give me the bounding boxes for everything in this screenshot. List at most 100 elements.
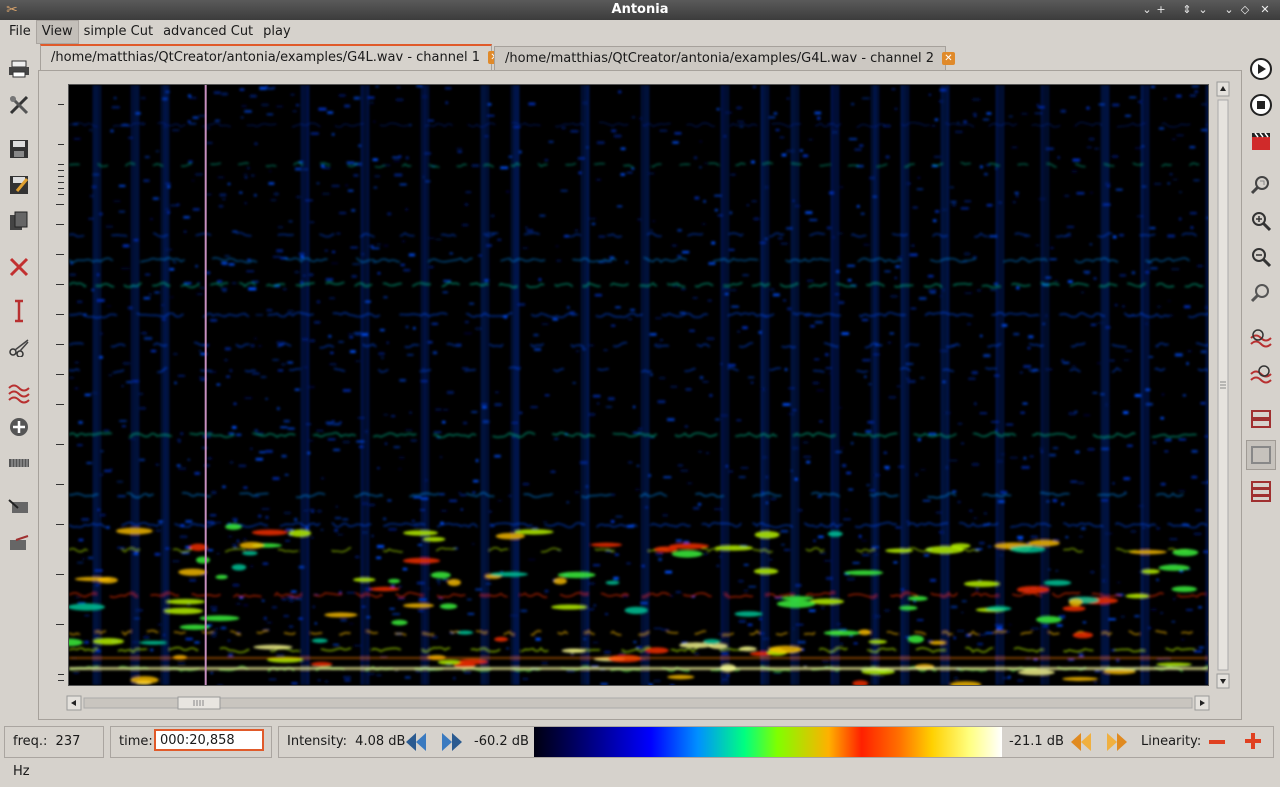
spectrogram-texture [703, 381, 709, 382]
horizontal-scrollbar[interactable] [66, 695, 1210, 711]
spectrogram-texture [77, 444, 83, 445]
spectrogram-texture [1009, 116, 1013, 117]
spectrogram-texture [129, 438, 136, 439]
spectrogram-texture [806, 461, 810, 463]
spectrogram-texture [754, 568, 778, 574]
close-window-icon[interactable]: ✕ [1256, 0, 1274, 20]
spectrogram-texture [312, 638, 328, 643]
frequency-tick [58, 674, 64, 675]
spectrogram-texture [667, 675, 694, 680]
tab-channel-1[interactable]: /home/matthias/QtCreator/antonia/example… [40, 44, 492, 72]
delete-icon[interactable] [6, 254, 32, 280]
spectrogram-texture [318, 108, 326, 111]
spectrogram-texture [69, 657, 1208, 659]
decrease-range-icon[interactable] [1069, 731, 1093, 753]
single-view-icon[interactable] [1246, 440, 1276, 470]
spectrogram-texture [1189, 146, 1195, 148]
spectrogram-texture [69, 639, 83, 647]
spectrogram-texture [911, 308, 916, 310]
spectrogram-texture [599, 236, 606, 238]
stop-icon[interactable] [1248, 92, 1274, 118]
zoom-fit-icon[interactable] [1248, 172, 1274, 198]
spectrogram-texture [322, 193, 330, 195]
spectrogram-texture [929, 94, 931, 95]
menu-file[interactable]: File [4, 20, 36, 44]
spectrogram-texture [670, 684, 675, 685]
print-icon[interactable] [6, 56, 32, 82]
clapper-icon[interactable] [1248, 128, 1274, 154]
scissors-icon[interactable] [6, 334, 32, 360]
close-icon[interactable]: ✕ [942, 52, 955, 65]
spectrogram-texture [156, 530, 160, 532]
ruler-icon[interactable] [6, 450, 32, 476]
spectrogram-view[interactable] [68, 84, 1209, 686]
import-icon[interactable] [6, 494, 32, 520]
play-icon[interactable] [1248, 56, 1274, 82]
spectrogram-texture [300, 281, 304, 284]
spectrogram-texture [521, 610, 527, 612]
pin-icon[interactable]: + [1152, 0, 1170, 20]
spectrogram-texture [1083, 621, 1087, 623]
save-as-icon[interactable] [6, 172, 32, 198]
spectrogram-texture [630, 309, 635, 311]
spectrogram-texture [1086, 107, 1089, 110]
spectrogram-texture [217, 384, 221, 386]
spectrogram-texture [234, 403, 237, 405]
spectrogram-texture [731, 174, 736, 176]
spectrogram-texture [685, 388, 691, 391]
time-input[interactable] [154, 729, 264, 751]
menu-advanced-cut[interactable]: advanced Cut [158, 20, 258, 44]
increase-intensity-icon[interactable] [440, 731, 464, 753]
spectrogram-texture [245, 202, 247, 204]
increase-range-icon[interactable] [1105, 731, 1129, 753]
intensity-colorbar[interactable] [534, 727, 1002, 757]
vertical-scrollbar[interactable] [1215, 80, 1231, 690]
spectrogram-texture [704, 163, 709, 164]
spectrogram-texture [676, 540, 682, 542]
wave-add-icon[interactable] [1248, 326, 1274, 352]
linearity-label: Linearity: [1141, 734, 1201, 749]
spectrogram-texture [344, 679, 350, 682]
window-title: Antonia [612, 2, 669, 17]
linearity-plus-icon[interactable] [1244, 732, 1262, 750]
spectrogram-texture [241, 117, 244, 118]
spectrogram-texture [363, 531, 367, 534]
filter-icon[interactable] [6, 380, 32, 406]
spectrogram-texture [815, 112, 822, 115]
copy-icon[interactable] [6, 208, 32, 234]
stack-view-icon[interactable] [1248, 478, 1274, 504]
linearity-minus-icon[interactable] [1208, 734, 1226, 750]
menu-play[interactable]: play [258, 20, 296, 44]
spectrogram-texture [740, 126, 744, 127]
spectrogram-texture [792, 447, 799, 449]
spectrogram-texture [1097, 322, 1104, 323]
spectrogram-texture [1079, 654, 1083, 657]
zoom-in-icon[interactable] [1248, 208, 1274, 234]
export-icon[interactable] [6, 530, 32, 556]
spectrogram-texture [1085, 274, 1090, 275]
menu-simple-cut[interactable]: simple Cut [79, 20, 158, 44]
frequency-tick [56, 254, 64, 255]
wave-remove-icon[interactable] [1248, 362, 1274, 388]
add-icon[interactable] [6, 414, 32, 440]
spectrogram-texture [421, 368, 424, 369]
spectrogram-texture [344, 105, 350, 108]
spectrogram-texture [751, 382, 754, 384]
decrease-intensity-icon[interactable] [404, 731, 428, 753]
split-view-icon[interactable] [1248, 406, 1274, 432]
zoom-out-icon[interactable] [1248, 244, 1274, 270]
spectrogram-texture [254, 338, 257, 340]
spectrogram-texture [1029, 540, 1060, 547]
maximize-icon[interactable]: ◇ [1236, 0, 1254, 20]
spectrogram-texture [659, 377, 665, 379]
zoom-reset-icon[interactable] [1248, 280, 1274, 306]
spectrogram-texture [848, 489, 853, 491]
keep-above-icon[interactable]: ⌄ [1194, 0, 1212, 20]
tab-channel-2[interactable]: /home/matthias/QtCreator/antonia/example… [494, 46, 946, 72]
cursor-icon[interactable] [6, 298, 32, 324]
tools-icon[interactable] [6, 92, 32, 118]
spectrogram-texture [423, 537, 445, 542]
menu-view[interactable]: View [36, 20, 79, 44]
save-icon[interactable] [6, 136, 32, 162]
spectrogram-texture [946, 466, 949, 469]
